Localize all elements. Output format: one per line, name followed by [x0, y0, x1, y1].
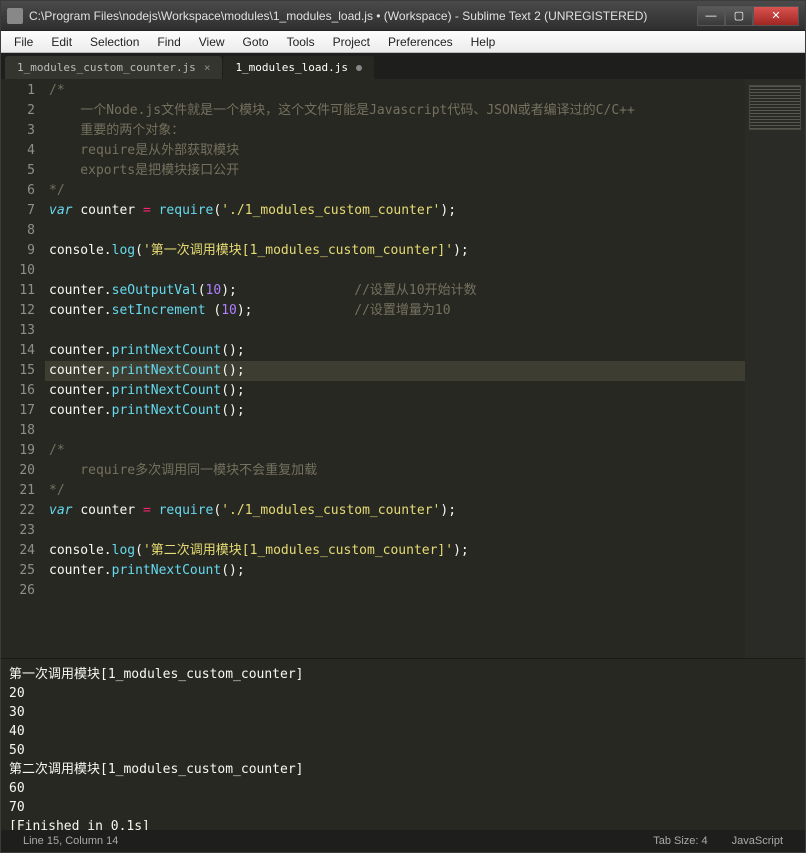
line-number[interactable]: 24 — [1, 541, 35, 561]
code-line[interactable]: 一个Node.js文件就是一个模块，这个文件可能是Javascript代码、JS… — [45, 101, 745, 121]
code-line[interactable]: require多次调用同一模块不会重复加载 — [45, 461, 745, 481]
status-cursor[interactable]: Line 15, Column 14 — [11, 835, 130, 847]
menu-help[interactable]: Help — [462, 33, 505, 51]
code-line[interactable]: exports是把模块接口公开 — [45, 161, 745, 181]
code-line[interactable] — [45, 221, 745, 241]
code-line[interactable]: counter.printNextCount(); — [45, 401, 745, 421]
line-number[interactable]: 11 — [1, 281, 35, 301]
line-number[interactable]: 20 — [1, 461, 35, 481]
minimize-button[interactable]: — — [697, 6, 725, 26]
code-line[interactable]: */ — [45, 181, 745, 201]
menu-file[interactable]: File — [5, 33, 42, 51]
dirty-indicator-icon — [356, 65, 362, 71]
line-number[interactable]: 14 — [1, 341, 35, 361]
tab-1_modules_custom_counter-js[interactable]: 1_modules_custom_counter.js × — [5, 56, 222, 79]
code-line[interactable]: /* — [45, 81, 745, 101]
tab-1_modules_load-js[interactable]: 1_modules_load.js — [223, 56, 374, 79]
close-icon[interactable]: × — [204, 61, 211, 74]
menu-tools[interactable]: Tools — [278, 33, 324, 51]
app-window: C:\Program Files\nodejs\Workspace\module… — [0, 0, 806, 853]
code-line[interactable]: /* — [45, 441, 745, 461]
line-number[interactable]: 16 — [1, 381, 35, 401]
line-number[interactable]: 8 — [1, 221, 35, 241]
line-number[interactable]: 6 — [1, 181, 35, 201]
status-syntax[interactable]: JavaScript — [720, 835, 795, 847]
line-number[interactable]: 12 — [1, 301, 35, 321]
gutter: 1234567891011121314151617181920212223242… — [1, 79, 45, 658]
close-button[interactable]: ✕ — [753, 6, 799, 26]
app-icon — [7, 8, 23, 24]
window-title: C:\Program Files\nodejs\Workspace\module… — [29, 9, 697, 23]
line-number[interactable]: 1 — [1, 81, 35, 101]
line-number[interactable]: 15 — [1, 361, 35, 381]
code-line[interactable]: 重要的两个对象： — [45, 121, 745, 141]
menu-project[interactable]: Project — [324, 33, 379, 51]
line-number[interactable]: 23 — [1, 521, 35, 541]
maximize-button[interactable]: ▢ — [725, 6, 753, 26]
code-line[interactable]: counter.setIncrement (10); //设置增量为10 — [45, 301, 745, 321]
menu-edit[interactable]: Edit — [42, 33, 81, 51]
line-number[interactable]: 10 — [1, 261, 35, 281]
code-line[interactable]: console.log('第一次调用模块[1_modules_custom_co… — [45, 241, 745, 261]
minimap[interactable] — [745, 79, 805, 658]
code-line[interactable] — [45, 321, 745, 341]
status-tabsize[interactable]: Tab Size: 4 — [641, 835, 719, 847]
code-line[interactable]: counter.printNextCount(); — [45, 361, 745, 381]
window-controls: — ▢ ✕ — [697, 6, 799, 26]
line-number[interactable]: 22 — [1, 501, 35, 521]
menu-view[interactable]: View — [190, 33, 234, 51]
code-line[interactable] — [45, 261, 745, 281]
code-line[interactable] — [45, 421, 745, 441]
titlebar[interactable]: C:\Program Files\nodejs\Workspace\module… — [1, 1, 805, 31]
code-line[interactable] — [45, 521, 745, 541]
code-line[interactable]: require是从外部获取模块 — [45, 141, 745, 161]
code-line[interactable]: */ — [45, 481, 745, 501]
line-number[interactable]: 9 — [1, 241, 35, 261]
build-output-panel[interactable]: 第一次调用模块[1_modules_custom_counter] 20 30 … — [1, 658, 805, 830]
minimap-preview — [749, 85, 801, 130]
code-line[interactable]: counter.printNextCount(); — [45, 561, 745, 581]
line-number[interactable]: 13 — [1, 321, 35, 341]
code-line[interactable]: console.log('第二次调用模块[1_modules_custom_co… — [45, 541, 745, 561]
line-number[interactable]: 26 — [1, 581, 35, 601]
line-number[interactable]: 7 — [1, 201, 35, 221]
tab-label: 1_modules_load.js — [235, 61, 348, 74]
code-line[interactable] — [45, 581, 745, 601]
line-number[interactable]: 17 — [1, 401, 35, 421]
statusbar: Line 15, Column 14 Tab Size: 4 JavaScrip… — [1, 830, 805, 852]
menu-selection[interactable]: Selection — [81, 33, 148, 51]
line-number[interactable]: 2 — [1, 101, 35, 121]
code-line[interactable]: counter.printNextCount(); — [45, 381, 745, 401]
editor: 1234567891011121314151617181920212223242… — [1, 79, 805, 658]
line-number[interactable]: 25 — [1, 561, 35, 581]
line-number[interactable]: 4 — [1, 141, 35, 161]
line-number[interactable]: 21 — [1, 481, 35, 501]
code-line[interactable]: counter.seOutputVal(10); //设置从10开始计数 — [45, 281, 745, 301]
menubar: FileEditSelectionFindViewGotoToolsProjec… — [1, 31, 805, 53]
menu-goto[interactable]: Goto — [234, 33, 278, 51]
code-line[interactable]: var counter = require('./1_modules_custo… — [45, 501, 745, 521]
tab-label: 1_modules_custom_counter.js — [17, 61, 196, 74]
menu-find[interactable]: Find — [148, 33, 189, 51]
menu-preferences[interactable]: Preferences — [379, 33, 462, 51]
line-number[interactable]: 18 — [1, 421, 35, 441]
code-area[interactable]: /* 一个Node.js文件就是一个模块，这个文件可能是Javascript代码… — [45, 79, 745, 658]
line-number[interactable]: 3 — [1, 121, 35, 141]
line-number[interactable]: 5 — [1, 161, 35, 181]
code-line[interactable]: counter.printNextCount(); — [45, 341, 745, 361]
code-line[interactable]: var counter = require('./1_modules_custo… — [45, 201, 745, 221]
tabbar: 1_modules_custom_counter.js × 1_modules_lo… — [1, 53, 805, 79]
line-number[interactable]: 19 — [1, 441, 35, 461]
